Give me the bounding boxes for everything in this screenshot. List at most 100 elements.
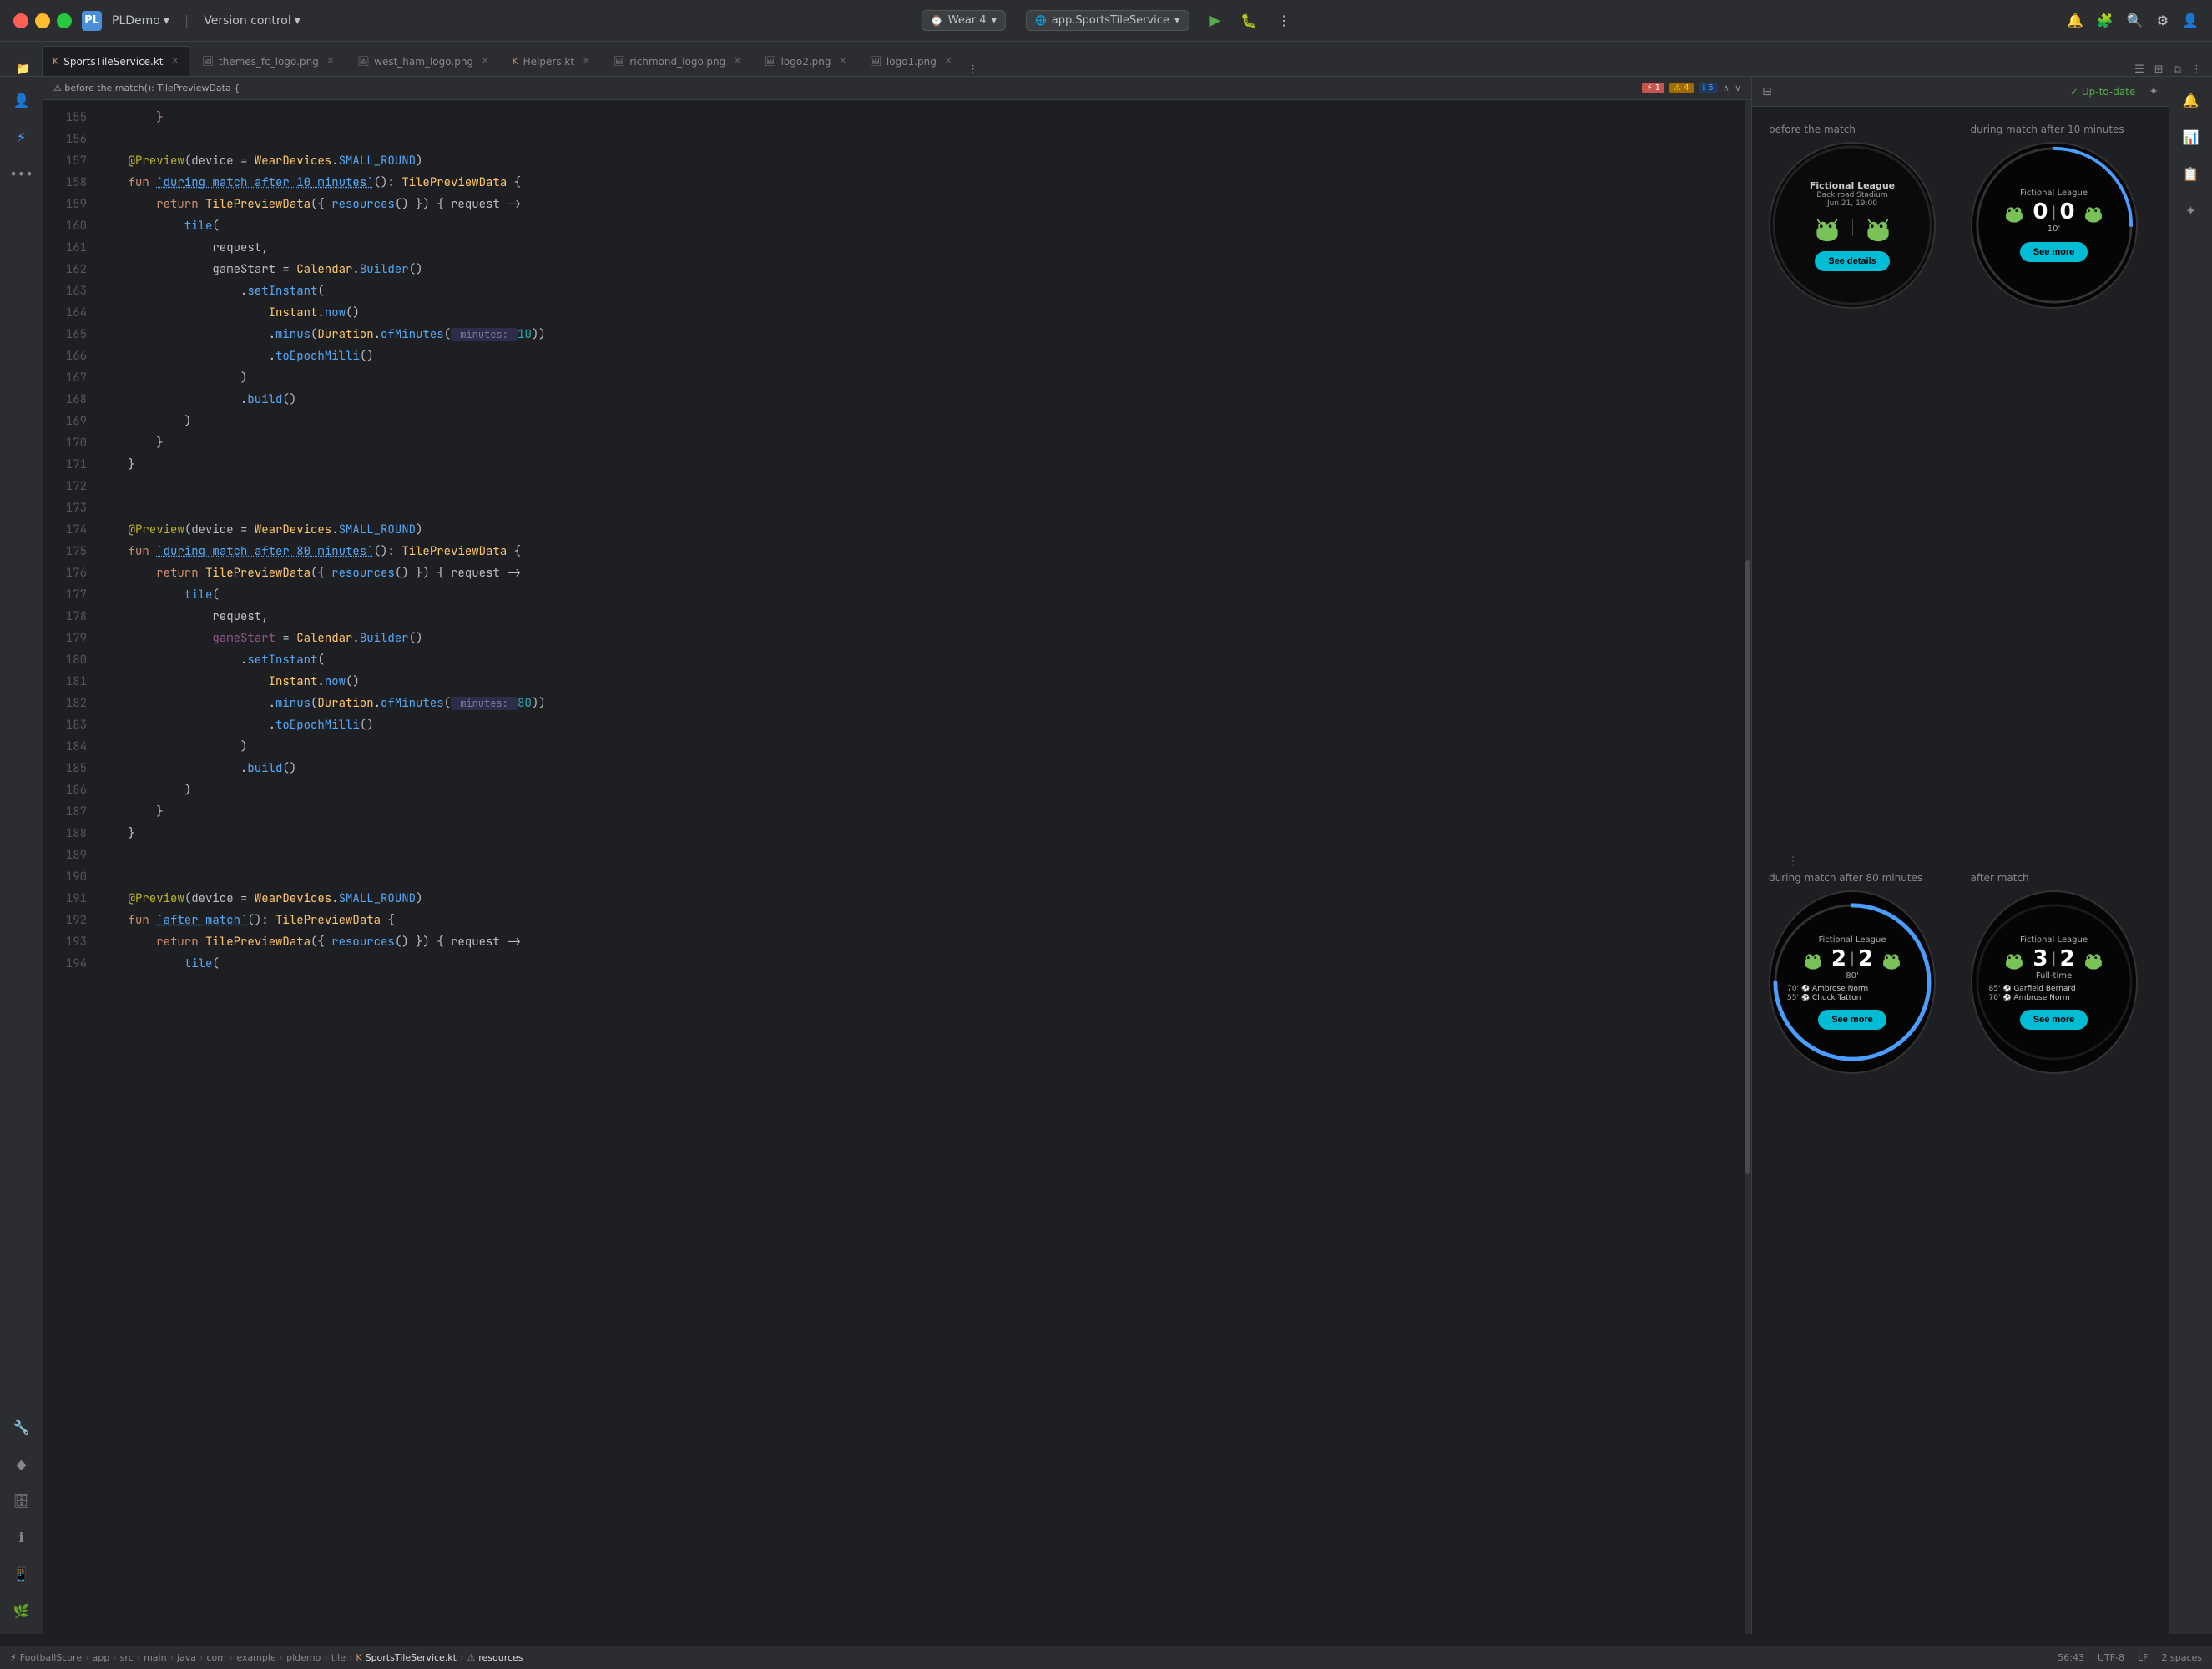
tab-logo2[interactable]: 🖼 logo2.png ✕ — [754, 46, 857, 76]
sidebar-info-icon[interactable]: ℹ — [5, 1520, 38, 1554]
code-line-183: .toEpochMilli() — [100, 714, 1751, 736]
traffic-lights — [13, 13, 72, 28]
minimize-button[interactable] — [35, 13, 50, 28]
more-tabs[interactable]: ⋮ — [967, 63, 978, 76]
tab-close-sports[interactable]: ✕ — [172, 57, 179, 66]
breadcrumb[interactable]: ⚡ FootballScore › app › src › main › jav… — [10, 1652, 523, 1663]
project-name[interactable]: PLDemo ▾ — [112, 14, 169, 28]
warning-bar: ⚠ before the match(): TilePreviewData { … — [43, 77, 1751, 100]
preview-settings-icon[interactable]: ✦ — [2149, 85, 2159, 98]
status-left: ⚡ FootballScore › app › src › main › jav… — [10, 1652, 523, 1663]
code-line-181: Instant.now() — [100, 671, 1751, 693]
up-to-date-indicator: ✓ Up-to-date — [2070, 86, 2135, 98]
tab-close-logo1[interactable]: ✕ — [945, 57, 952, 66]
sidebar-design-icon[interactable]: ◆ — [5, 1447, 38, 1480]
sidebar-structure-icon[interactable]: ⚡ — [5, 120, 38, 154]
sidebar-todo-icon[interactable]: ••• — [5, 157, 38, 190]
notifications-icon[interactable]: 🔔 — [2067, 13, 2083, 28]
code-line-169: ) — [100, 411, 1751, 432]
tab-themes-logo[interactable]: 🖼 themes_fc_logo.png ✕ — [191, 46, 345, 76]
service-selector[interactable]: 🌐 app.SportsTileService ▾ — [1026, 10, 1189, 31]
status-encoding[interactable]: UTF-8 — [2098, 1652, 2124, 1663]
tabbar: 📁 K SportsTileService.kt ✕ 🖼 themes_fc_l… — [0, 42, 2212, 77]
watch-arc-after — [1972, 892, 2136, 1072]
editor-area: ⚠ before the match(): TilePreviewData { … — [43, 77, 1751, 1634]
code-line-185: .build() — [100, 758, 1751, 779]
tab-close-logo2[interactable]: ✕ — [840, 57, 846, 66]
tab-sports-tile-service[interactable]: K SportsTileService.kt ✕ — [42, 46, 189, 76]
sidebar-git-icon[interactable]: 🌿 — [5, 1594, 38, 1627]
account-icon[interactable]: 👤 — [2182, 13, 2199, 28]
debug-button[interactable]: 🐛 — [1240, 13, 1257, 28]
status-indent[interactable]: 2 spaces — [2162, 1652, 2203, 1663]
tab-helpers[interactable]: K Helpers.kt ✕ — [501, 46, 600, 76]
status-position[interactable]: 56:43 — [2058, 1652, 2084, 1663]
sidebar-android-icon[interactable]: 📱 — [5, 1557, 38, 1591]
code-line-172 — [100, 476, 1751, 497]
tab-settings-icon[interactable]: ☰ — [2131, 63, 2148, 76]
watch-arc-during10 — [1972, 144, 2136, 307]
code-line-182: .minus(Duration.ofMinutes( minutes: 80)) — [100, 693, 1751, 714]
tab-split-icon[interactable]: ⧉ — [2170, 63, 2184, 76]
right-tool1-icon[interactable]: 📊 — [2174, 120, 2208, 154]
code-line-194: tile( — [100, 953, 1751, 975]
code-text[interactable]: } @Preview(device = WearDevices.SMALL_RO… — [93, 100, 1751, 1634]
tab-close-richmond[interactable]: ✕ — [734, 57, 740, 66]
titlebar-actions: 🔔 🧩 🔍 ⚙ 👤 — [2067, 13, 2199, 28]
run-button[interactable]: ▶ — [1209, 12, 1220, 29]
code-line-191: @Preview(device = WearDevices.SMALL_ROUN… — [100, 888, 1751, 910]
tab-richmond[interactable]: 🖼 richmond_logo.png ✕ — [602, 46, 751, 76]
titlebar-center: ⌚ Wear 4 ▾ 🌐 app.SportsTileService ▾ ▶ 🐛… — [922, 10, 1290, 31]
tab-close-helpers[interactable]: ✕ — [583, 57, 589, 66]
device-selector[interactable]: ⌚ Wear 4 ▾ — [922, 10, 1006, 31]
code-line-190 — [100, 866, 1751, 888]
sidebar-file-icon[interactable]: 👤 — [5, 83, 38, 117]
right-notifications-icon[interactable]: 🔔 — [2174, 83, 2208, 117]
code-line-180: .setInstant( — [100, 649, 1751, 671]
search-icon[interactable]: 🔍 — [2127, 13, 2144, 28]
version-control[interactable]: Version control ▾ — [204, 14, 300, 28]
code-line-176: return TilePreviewData({ resources() }) … — [100, 562, 1751, 584]
code-line-189 — [100, 845, 1751, 866]
code-editor[interactable]: 155 156 157 158 159 160 161 162 163 164 … — [43, 100, 1751, 1634]
status-linesep[interactable]: LF — [2138, 1652, 2148, 1663]
code-line-188: } — [100, 823, 1751, 845]
tab-logo1[interactable]: 🖼 logo1.png ✕ — [859, 46, 962, 76]
status-right: 56:43 UTF-8 LF 2 spaces — [2058, 1652, 2202, 1663]
preview-panel-icon[interactable]: ⊟ — [1762, 85, 1772, 98]
code-line-163: .setInstant( — [100, 280, 1751, 302]
code-line-166: .toEpochMilli() — [100, 345, 1751, 367]
split-divider[interactable]: ⋮ — [1790, 77, 1795, 1646]
tab-west-ham[interactable]: 🖼 west_ham_logo.png ✕ — [346, 46, 499, 76]
preview-cell-before-match: before the match Fictional League Back r… — [1769, 124, 1951, 852]
code-line-165: .minus(Duration.ofMinutes( minutes: 10)) — [100, 324, 1751, 345]
warning-count[interactable]: ⚠ 4 — [1669, 83, 1694, 93]
maximize-button[interactable] — [57, 13, 72, 28]
right-stars-icon[interactable]: ✦ — [2174, 194, 2208, 227]
file-tree-toggle[interactable]: 📁 — [16, 63, 30, 76]
plugins-icon[interactable]: 🧩 — [2097, 13, 2114, 28]
code-line-164: Instant.now() — [100, 302, 1751, 324]
right-tool2-icon[interactable]: 📋 — [2174, 157, 2208, 190]
error-count[interactable]: ⚡ 1 — [1642, 83, 1664, 93]
code-line-155: } — [100, 107, 1751, 129]
tab-more-icon[interactable]: ⋮ — [2188, 63, 2205, 76]
info-count[interactable]: ℹ 5 — [1699, 83, 1718, 93]
close-button[interactable] — [13, 13, 28, 28]
sidebar-tools-icon[interactable]: 🔧 — [5, 1410, 38, 1444]
tab-close-themes[interactable]: ✕ — [327, 57, 334, 66]
code-line-177: tile( — [100, 584, 1751, 606]
line-numbers: 155 156 157 158 159 160 161 162 163 164 … — [43, 100, 93, 1634]
sidebar-db-icon[interactable]: 🗄 — [5, 1484, 38, 1517]
scrollbar[interactable] — [1745, 100, 1751, 1634]
tab-layout-icon[interactable]: ⊞ — [2151, 63, 2167, 76]
tab-close-westham[interactable]: ✕ — [482, 57, 488, 66]
right-sidebar: 🔔 📊 📋 ✦ — [2169, 77, 2212, 1634]
more-button[interactable]: ⋮ — [1277, 13, 1290, 28]
scroll-thumb[interactable] — [1745, 560, 1750, 1173]
code-line-179: gameStart = Calendar.Builder() — [100, 628, 1751, 649]
code-line-173 — [100, 497, 1751, 519]
settings-icon[interactable]: ⚙ — [2157, 13, 2169, 28]
preview-panel: ⊟ ✓ Up-to-date ✦ before the match Fictio… — [1751, 77, 2169, 1634]
preview-label-after: after match — [1971, 872, 2029, 884]
